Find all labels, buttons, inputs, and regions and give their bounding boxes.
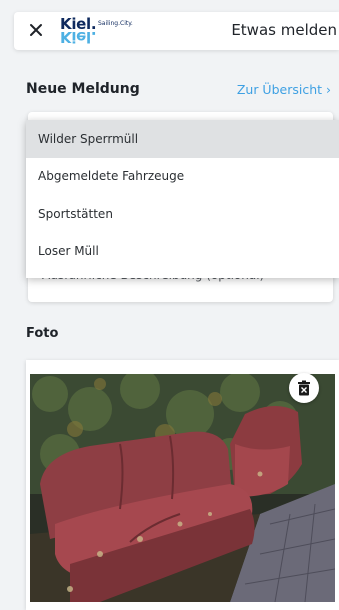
- page-title: Etwas melden: [231, 21, 337, 39]
- uploaded-photo: [30, 374, 335, 602]
- category-option-loser-muell[interactable]: Loser Müll: [26, 233, 339, 271]
- app-header: Kiel. Kiel. Sailing.City. Etwas melden: [14, 12, 339, 50]
- close-icon: [30, 24, 42, 36]
- category-option-sportstaetten[interactable]: Sportstätten: [26, 195, 339, 233]
- photo-heading: Foto: [26, 326, 59, 341]
- category-dropdown-menu: Wilder Sperrmüll Abgemeldete Fahrzeuge S…: [26, 120, 339, 278]
- close-button[interactable]: [26, 20, 46, 40]
- new-report-heading: Neue Meldung: [26, 81, 140, 97]
- logo-tagline: Sailing.City.: [98, 20, 133, 27]
- category-option-wilder-sperrmuell[interactable]: Wilder Sperrmüll: [26, 120, 339, 158]
- trash-icon: [298, 380, 310, 396]
- kiel-logo: Kiel. Kiel. Sailing.City.: [60, 15, 150, 47]
- delete-photo-button[interactable]: [289, 373, 319, 403]
- category-option-abgemeldete-fahrzeuge[interactable]: Abgemeldete Fahrzeuge: [26, 158, 339, 196]
- overview-link[interactable]: Zur Übersicht ›: [237, 82, 331, 97]
- logo-wordmark-reflection: Kiel.: [60, 28, 97, 46]
